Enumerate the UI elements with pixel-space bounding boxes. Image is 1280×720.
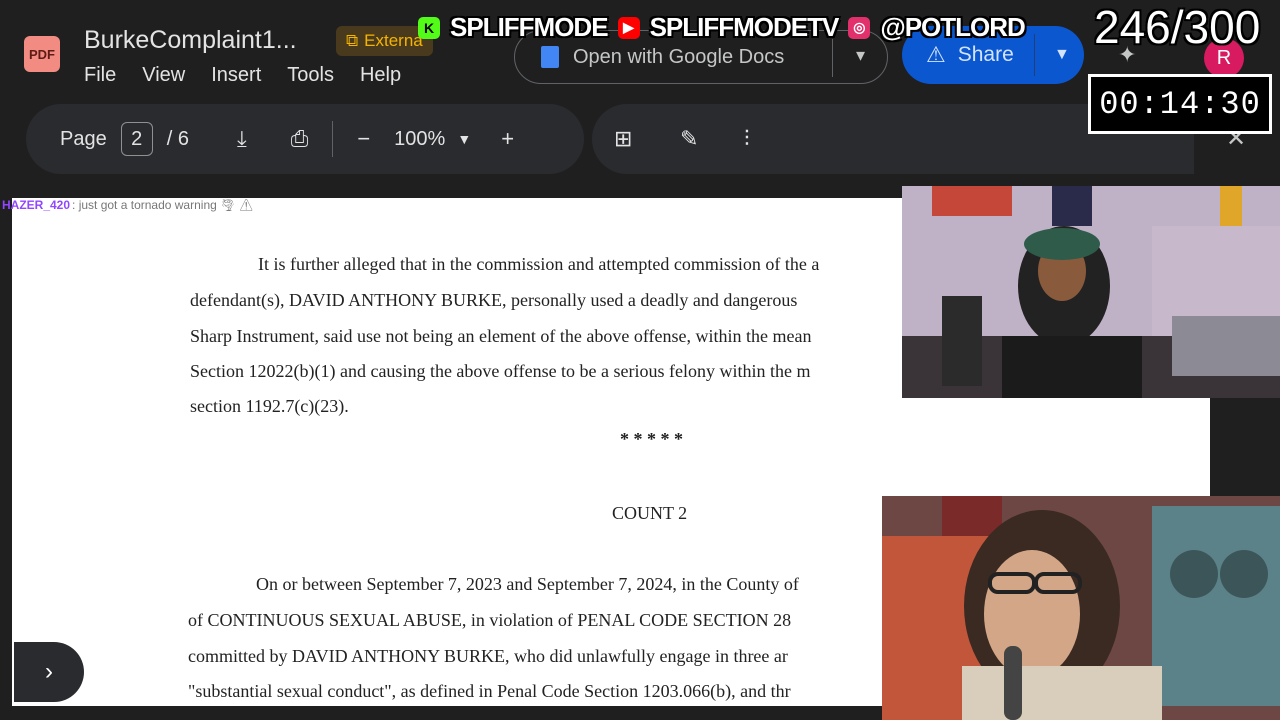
- add-comment-icon[interactable]: ⊞: [614, 126, 632, 152]
- streamer-webcam-1: [902, 186, 1280, 398]
- kick-icon: K: [418, 16, 440, 39]
- download-icon[interactable]: ⤓: [237, 126, 247, 152]
- zoom-in-icon[interactable]: +: [501, 126, 514, 152]
- chevron-down-icon[interactable]: ▾: [856, 45, 865, 66]
- youtube-handle: SPLIFFMODETV: [649, 12, 840, 42]
- stream-socials-overlay: K SPLIFFMODE ▶ SPLIFFMODETV ◎ @POTLORD: [418, 12, 1026, 43]
- count-heading: COUNT 2: [612, 503, 688, 523]
- zoom-out-icon[interactable]: −: [357, 126, 370, 152]
- streamer-webcam-2: [882, 496, 1280, 720]
- doc-line: defendant(s), DAVID ANTHONY BURKE, perso…: [190, 290, 798, 310]
- warning-icon: ⚠: [926, 42, 946, 67]
- divider: [832, 39, 833, 77]
- youtube-icon: ▶: [617, 16, 640, 39]
- zoom-level[interactable]: 100%: [394, 128, 445, 151]
- page-total: / 6: [166, 127, 189, 150]
- pdf-viewer-window: PDF BurkeComplaint1... ⧉ Externa File Vi…: [0, 0, 1280, 720]
- kick-handle: SPLIFFMODE: [450, 12, 609, 42]
- menu-bar: File View Insert Tools Help: [84, 64, 401, 87]
- menu-file[interactable]: File: [84, 64, 116, 87]
- external-badge-label: Externa: [364, 31, 423, 50]
- document-title[interactable]: BurkeComplaint1...: [84, 26, 297, 55]
- chat-user: HAZER_420: [2, 198, 71, 212]
- section-separator: * * * * *: [620, 429, 683, 449]
- menu-help[interactable]: Help: [360, 64, 401, 87]
- zoom-chevron-down-icon[interactable]: ▼: [457, 131, 471, 147]
- share-options-chevron-icon[interactable]: ▼: [1054, 46, 1070, 64]
- doc-line: It is further alleged that in the commis…: [258, 254, 820, 274]
- chat-text: : just got a tornado warning 🌪 ⚠: [72, 198, 254, 212]
- print-icon[interactable]: ⎙: [291, 126, 309, 152]
- doc-line: On or between September 7, 2023 and Sept…: [256, 574, 799, 594]
- doc-line: committed by DAVID ANTHONY BURKE, who di…: [188, 646, 788, 666]
- doc-line: "substantial sexual conduct", as defined…: [188, 681, 791, 701]
- chevron-right-icon: ›: [45, 658, 53, 685]
- expand-panel-button[interactable]: ›: [14, 642, 84, 702]
- external-icon: ⧉: [346, 31, 359, 50]
- read-aloud-icon[interactable]: ⫶: [744, 126, 750, 152]
- menu-tools[interactable]: Tools: [287, 64, 334, 87]
- page-label: Page: [60, 127, 107, 150]
- menu-insert[interactable]: Insert: [211, 64, 261, 87]
- doc-line: of CONTINUOUS SEXUAL ABUSE, in violation…: [188, 610, 792, 630]
- open-with-label: Open with Google Docs: [573, 45, 785, 68]
- share-label: Share: [957, 43, 1014, 66]
- google-docs-icon: [541, 46, 559, 68]
- stream-timer: 00:14:30: [1088, 74, 1272, 134]
- instagram-icon: ◎: [848, 16, 871, 39]
- menu-view[interactable]: View: [142, 64, 185, 87]
- doc-line: Section 12022(b)(1) and causing the abov…: [190, 361, 811, 381]
- doc-line: section 1192.7(c)(23).: [190, 396, 349, 416]
- pdf-file-icon: PDF: [24, 36, 60, 72]
- stream-chat-message: HAZER_420 : just got a tornado warning 🌪…: [2, 198, 254, 212]
- pdf-toolbar: Page 2 / 6 ⤓ ⎙ − 100% ▼ +: [26, 104, 584, 174]
- instagram-handle: @POTLORD: [880, 12, 1025, 42]
- divider: [1034, 34, 1035, 76]
- doc-line: Sharp Instrument, said use not being an …: [190, 326, 812, 346]
- divider: [332, 121, 334, 157]
- page-number-input[interactable]: 2: [120, 122, 153, 156]
- goal-counter: 246/300: [1094, 1, 1261, 53]
- highlighter-icon[interactable]: ✎: [680, 126, 698, 152]
